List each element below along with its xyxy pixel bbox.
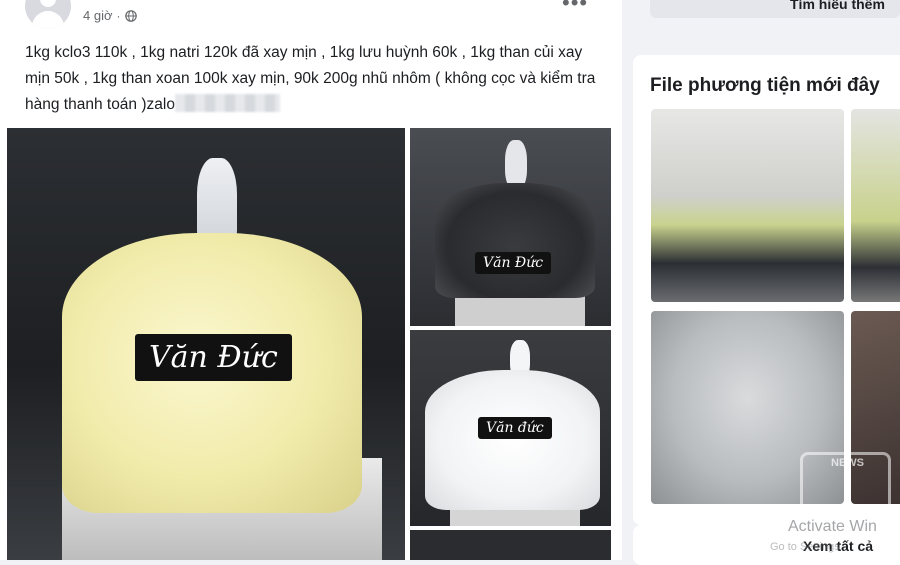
learn-more-button[interactable]: Tìm hiểu thêm bbox=[650, 0, 900, 18]
photo-watermark: Văn Đức bbox=[475, 252, 552, 274]
meta-separator: · bbox=[116, 8, 121, 23]
globe-icon bbox=[124, 9, 137, 22]
photo-thumb-3[interactable] bbox=[410, 530, 611, 560]
post-meta: 4 giờ · bbox=[83, 8, 137, 23]
media-thumb[interactable] bbox=[851, 109, 900, 302]
post-card: 4 giờ · ••• 1kg kclo3 110k , 1kg natri 1… bbox=[0, 0, 622, 560]
photo-thumb-2[interactable]: Văn đức bbox=[410, 330, 611, 526]
photo-watermark: Văn đức bbox=[478, 417, 552, 439]
media-thumb[interactable] bbox=[651, 109, 844, 302]
photo-grid: Văn Đức Văn Đức Văn đức bbox=[7, 124, 611, 560]
post-text: 1kg kclo3 110k , 1kg natri 120k đã xay m… bbox=[25, 40, 600, 118]
post-body: 1kg kclo3 110k , 1kg natri 120k đã xay m… bbox=[25, 44, 596, 113]
learn-more-label: Tìm hiểu thêm bbox=[790, 0, 885, 12]
news-logo-text: NEWS bbox=[831, 457, 864, 469]
blurred-contact bbox=[174, 94, 280, 112]
photo-watermark: Văn Đức bbox=[135, 334, 292, 381]
activate-windows-subtext: Go to Settings bbox=[770, 541, 840, 553]
recent-media-title: File phương tiện mới đây bbox=[650, 75, 880, 96]
activate-windows-watermark: Activate Win bbox=[788, 518, 877, 535]
powder-bag bbox=[425, 370, 600, 510]
more-options-icon[interactable]: ••• bbox=[562, 0, 588, 16]
photo-main[interactable]: Văn Đức bbox=[7, 128, 405, 560]
photo-thumb-1[interactable]: Văn Đức bbox=[410, 128, 611, 326]
avatar[interactable] bbox=[25, 0, 71, 29]
powder-bag bbox=[435, 183, 595, 298]
post-time[interactable]: 4 giờ bbox=[83, 8, 113, 23]
news-logo: NEWS bbox=[800, 452, 891, 520]
